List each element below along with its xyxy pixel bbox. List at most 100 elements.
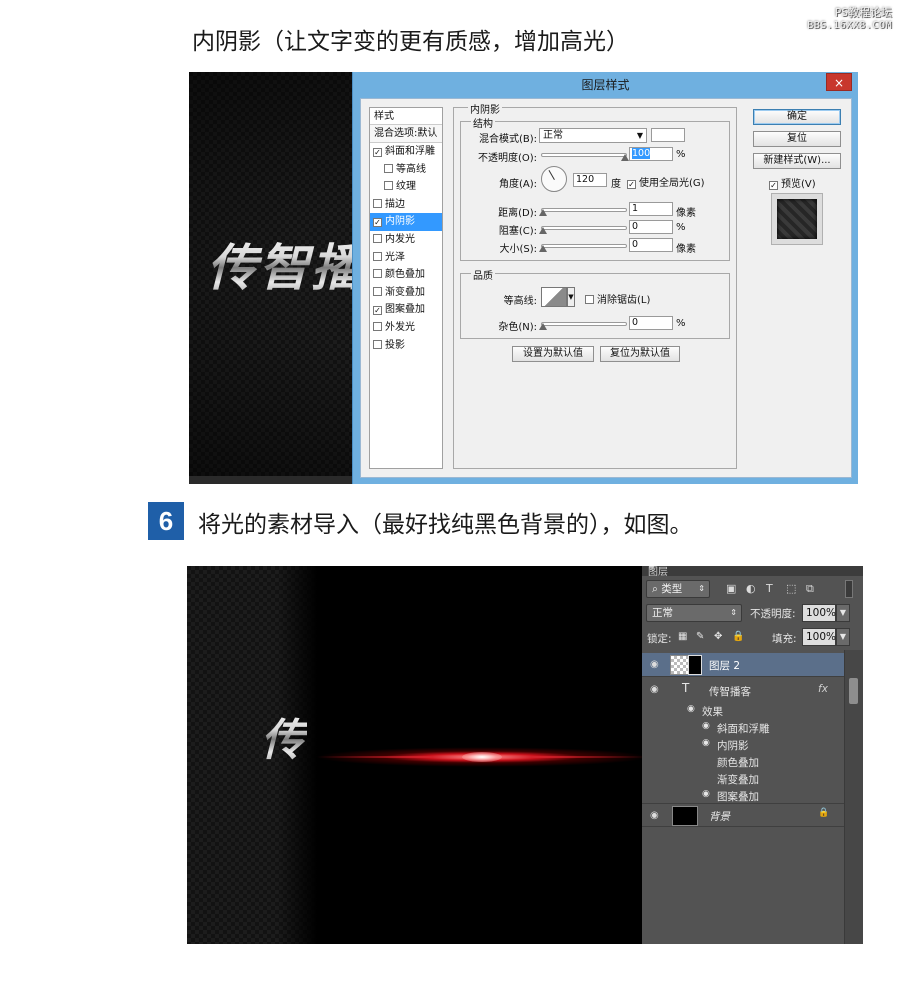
layer-row-layer2[interactable]: ◉ 图层 2 <box>642 653 844 677</box>
style-checkbox[interactable] <box>373 251 382 261</box>
style-checkbox[interactable] <box>384 181 393 191</box>
fill-dropdown[interactable]: ▼ <box>836 628 850 646</box>
quality-group: 品质 等高线: ▼ 消除锯齿(L) 杂色(N): 0 % <box>460 267 730 339</box>
opacity-dropdown[interactable]: ▼ <box>836 604 850 622</box>
reset-default-button[interactable]: 复位为默认值 <box>600 346 680 362</box>
set-default-button[interactable]: 设置为默认值 <box>512 346 594 362</box>
opacity-input[interactable]: 100% <box>802 604 836 622</box>
angle-input[interactable]: 120 <box>573 173 607 187</box>
effect-row[interactable]: 颜色叠加 <box>642 753 844 770</box>
lock-image-icon[interactable]: ✎ <box>696 631 704 642</box>
visibility-eye-icon[interactable]: ◉ <box>650 659 659 670</box>
size-unit: 像素 <box>676 244 696 255</box>
effect-row[interactable]: ◉ 斜面和浮雕 <box>642 719 844 736</box>
fill-input[interactable]: 100% <box>802 628 836 646</box>
shape-filter-icon[interactable]: ⬚ <box>786 582 796 595</box>
style-checkbox[interactable]: ✓ <box>373 306 382 316</box>
styles-header[interactable]: 样式 <box>370 108 442 125</box>
style-item[interactable]: ✓ 内阴影 <box>370 213 442 231</box>
size-input[interactable]: 0 <box>629 238 673 252</box>
blend-mode-select[interactable]: 正常 ▼ <box>539 128 647 143</box>
noise-slider-thumb[interactable] <box>539 323 547 330</box>
close-button[interactable]: × <box>826 73 852 91</box>
contour-dropdown[interactable]: ▼ <box>567 287 575 307</box>
distance-slider-thumb[interactable] <box>539 209 547 216</box>
layers-scrollbar[interactable] <box>844 650 863 944</box>
fx-icon[interactable]: fx <box>818 683 828 695</box>
style-checkbox[interactable] <box>373 198 382 208</box>
style-item[interactable]: 内发光 <box>370 231 442 249</box>
style-item[interactable]: ✓ 斜面和浮雕 <box>370 143 442 161</box>
noise-input[interactable]: 0 <box>629 316 673 330</box>
choke-slider-thumb[interactable] <box>539 227 547 234</box>
smart-object-filter-icon[interactable]: ⧉ <box>806 582 814 596</box>
style-item[interactable]: 外发光 <box>370 319 442 337</box>
blend-mode-select[interactable]: 正常 ⇕ <box>646 604 742 622</box>
style-checkbox[interactable] <box>384 163 393 173</box>
reset-button[interactable]: 复位 <box>753 131 841 147</box>
style-checkbox[interactable]: ✓ <box>373 218 382 228</box>
style-item-label: 图案叠加 <box>385 304 425 316</box>
style-checkbox[interactable]: ✓ <box>373 148 382 157</box>
shadow-color-swatch[interactable] <box>651 128 685 142</box>
lock-all-icon[interactable]: 🔒 <box>732 631 744 642</box>
size-slider-thumb[interactable] <box>539 245 547 252</box>
angle-dial[interactable] <box>541 166 567 192</box>
style-item[interactable]: 颜色叠加 <box>370 266 442 284</box>
lock-transparent-icon[interactable]: ▦ <box>678 631 687 642</box>
layer-row-background[interactable]: ◉ 背景 🔒 <box>642 803 844 827</box>
choke-slider[interactable] <box>541 226 627 230</box>
style-item[interactable]: 描边 <box>370 196 442 214</box>
style-checkbox[interactable] <box>373 233 382 243</box>
filter-kind-select[interactable]: ⌕ 类型 ⇕ <box>646 580 710 598</box>
layer-row-text[interactable]: ◉ T 传智播客 fx <box>642 678 844 702</box>
opacity-slider[interactable] <box>541 153 627 157</box>
distance-input[interactable]: 1 <box>629 202 673 216</box>
panel-menu-icon[interactable]: ≡ <box>648 566 859 572</box>
global-light-checkbox[interactable]: ✓ 使用全局光(G) <box>627 174 705 189</box>
ok-button[interactable]: 确定 <box>753 109 841 125</box>
scrollbar-thumb[interactable] <box>849 678 858 704</box>
style-checkbox[interactable] <box>373 269 382 279</box>
new-style-button[interactable]: 新建样式(W)... <box>753 153 841 169</box>
preview-check[interactable]: ✓ <box>769 181 778 190</box>
chevron-down-icon: ▼ <box>568 293 574 301</box>
style-checkbox[interactable] <box>373 286 382 296</box>
anti-alias-check[interactable] <box>585 295 594 304</box>
visibility-eye-icon[interactable]: ◉ <box>702 789 710 799</box>
style-item[interactable]: 光泽 <box>370 249 442 267</box>
effects-row[interactable]: ◉ 效果 <box>642 702 844 719</box>
visibility-eye-icon[interactable]: ◉ <box>687 704 695 714</box>
visibility-eye-icon[interactable]: ◉ <box>650 684 659 695</box>
style-item[interactable]: 投影 <box>370 337 442 355</box>
effect-row[interactable]: ◉ 内阴影 <box>642 736 844 753</box>
effect-row[interactable]: ◉ 图案叠加 <box>642 787 844 804</box>
style-item[interactable]: 纹理 <box>370 178 442 196</box>
contour-picker[interactable] <box>541 287 567 307</box>
style-item[interactable]: ✓ 图案叠加 <box>370 301 442 319</box>
visibility-eye-icon[interactable]: ◉ <box>650 810 659 821</box>
style-checkbox[interactable] <box>373 321 382 331</box>
effect-row[interactable]: 渐变叠加 <box>642 770 844 787</box>
visibility-eye-icon[interactable]: ◉ <box>702 721 710 731</box>
visibility-eye-icon[interactable]: ◉ <box>702 738 710 748</box>
anti-alias-checkbox[interactable]: 消除锯齿(L) <box>585 291 650 306</box>
opacity-input[interactable]: 100 <box>629 147 673 161</box>
blend-options-item[interactable]: 混合选项:默认 <box>370 125 442 143</box>
preview-checkbox[interactable]: ✓ 预览(V) <box>769 175 816 190</box>
filter-toggle[interactable] <box>845 580 853 598</box>
adjustment-filter-icon[interactable]: ◐ <box>746 582 756 595</box>
type-filter-icon[interactable]: T <box>766 582 773 595</box>
size-slider[interactable] <box>541 244 627 248</box>
style-item[interactable]: 等高线 <box>370 161 442 179</box>
style-item[interactable]: 渐变叠加 <box>370 284 442 302</box>
choke-input[interactable]: 0 <box>629 220 673 234</box>
layers-tab[interactable]: 图层 ≡ <box>642 566 863 578</box>
image-filter-icon[interactable]: ▣ <box>726 582 736 595</box>
style-checkbox[interactable] <box>373 339 382 349</box>
opacity-slider-thumb[interactable] <box>621 154 629 161</box>
lock-position-icon[interactable]: ✥ <box>714 631 722 642</box>
global-light-check[interactable]: ✓ <box>627 180 636 189</box>
distance-slider[interactable] <box>541 208 627 212</box>
noise-slider[interactable] <box>541 322 627 326</box>
